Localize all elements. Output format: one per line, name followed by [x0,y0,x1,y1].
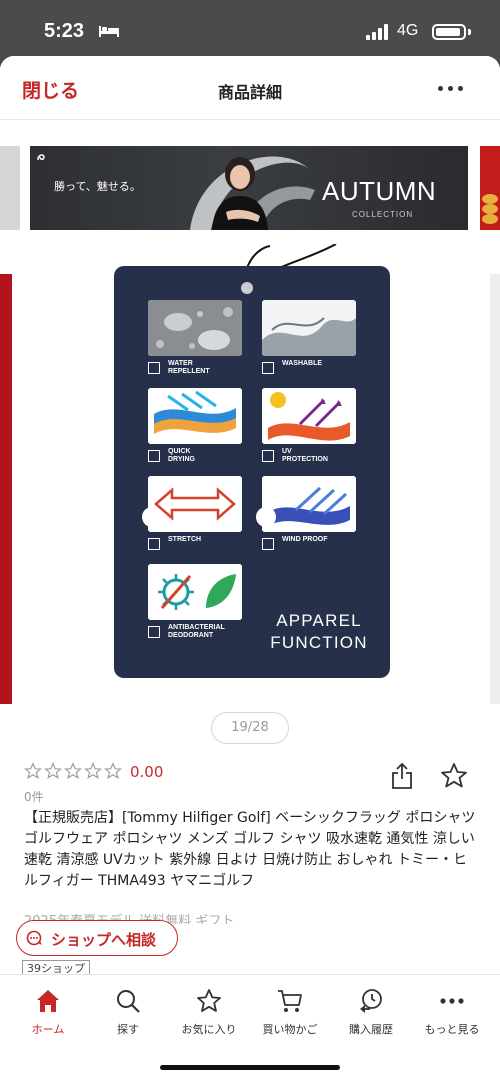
nav-label: 購入履歴 [349,1023,393,1036]
banner-headline: AUTUMN [322,176,437,206]
feature-checkbox [148,362,160,374]
history-icon [360,989,382,1013]
nav-label: お気に入り [181,1023,237,1036]
feature-label: WATER REPELLENT [168,360,210,375]
ellipsis-icon [440,998,464,1004]
review-count[interactable]: 0件 [24,788,44,805]
next-image-peek [490,274,500,704]
uv-sun-icon [262,388,356,444]
feature-label: STRETCH [168,536,202,543]
nav-label: ホーム [31,1023,65,1036]
star-outline-icon [44,762,62,779]
feature-label: WIND PROOF [282,536,328,543]
prev-image-peek [0,274,12,704]
nav-item-favorites[interactable]: お気に入り [169,985,249,1041]
banner-carousel[interactable]: 勝って、魅せる。 AUTUMN COLLECTION [0,144,500,232]
star-icon [197,989,221,1012]
image-marker-dot [256,507,276,527]
product-detail-sheet: 閉じる 商品詳細 勝って、魅せる。 AUTUMN COLLECTION WATE… [0,56,500,1080]
favorite-star-icon[interactable] [440,762,468,790]
page-title: 商品詳細 [217,83,282,102]
nav-item-more[interactable]: もっと見る [412,985,492,1041]
consult-shop-button[interactable]: ショップへ相談 [16,920,178,956]
feature-checkbox [262,362,274,374]
product-image-gallery[interactable]: WATER REPELLENT WASHABLE QUICK DRYING UV… [0,244,500,706]
battery-tip [468,29,471,35]
star-outline-icon [104,762,122,779]
banner-tagline: 勝って、魅せる。 [54,180,141,193]
feature-checkbox [148,626,160,638]
image-marker-dot [142,507,162,527]
signal-icon [366,24,388,40]
water-splash-icon [262,300,356,356]
rating-value: 0.00 [130,763,164,781]
feature-label: ANTIBACTERIAL DEODORANT [168,624,225,639]
battery-icon [432,24,466,40]
consult-shop-label: ショップへ相談 [51,931,157,949]
feature-checkbox [262,450,274,462]
star-outline-icon [84,762,102,779]
stretch-arrows-icon [148,476,242,532]
nav-label: 買い物かご [262,1023,318,1036]
antibacterial-icon [148,564,242,620]
chat-bubble-icon [26,930,42,946]
star-outline-icon [64,762,82,779]
ellipsis-icon[interactable] [436,80,466,96]
feature-label: QUICK DRYING [168,448,195,463]
brand-logo-icon [37,154,45,161]
bottom-navigation: ホーム 探す お気に入り 買い物かご 購入履歴 もっと見る [0,974,500,1080]
banner-slide-autumn[interactable]: 勝って、魅せる。 AUTUMN COLLECTION [30,146,468,230]
status-bar: 5:23 4G [0,0,500,56]
network-label: 4G [397,22,419,39]
water-drops-icon [148,300,242,356]
tag-hole [241,282,253,294]
wind-proof-icon [262,476,356,532]
nav-item-cart[interactable]: 買い物かご [250,985,330,1041]
nav-item-history[interactable]: 購入履歴 [331,985,411,1041]
feature-checkbox [148,450,160,462]
nav-item-search[interactable]: 探す [88,985,168,1041]
image-page-indicator: 19/28 [211,712,289,744]
home-indicator [160,1065,340,1070]
feature-label: WASHABLE [282,360,323,367]
nav-label: もっと見る [424,1023,480,1036]
feature-checkbox [148,538,160,550]
quick-drying-icon [148,388,242,444]
bed-icon [99,26,119,37]
banner-subline: COLLECTION [352,210,414,219]
home-icon [37,990,59,1012]
banner-prev-slide[interactable] [0,146,20,230]
feature-label: UV PROTECTION [282,448,328,463]
nav-label: 探す [117,1023,139,1036]
feature-checkbox [262,538,274,550]
product-title: 【正規販売店】[Tommy Hilfiger Golf] ベーシックフラッグ ポ… [24,810,476,889]
apparel-function-tag: WATER REPELLENT WASHABLE QUICK DRYING UV… [114,266,390,678]
share-icon[interactable] [390,762,414,790]
status-time: 5:23 [44,20,85,42]
cart-icon [278,990,302,1012]
sheet-header: 閉じる 商品詳細 [0,56,500,120]
model-photo [212,157,268,230]
banner-next-slide[interactable] [480,146,500,230]
tag-title: APPAREL FUNCTION [270,611,368,652]
nav-item-home[interactable]: ホーム [8,985,88,1041]
search-icon [117,990,140,1013]
star-outline-icon [24,762,42,779]
